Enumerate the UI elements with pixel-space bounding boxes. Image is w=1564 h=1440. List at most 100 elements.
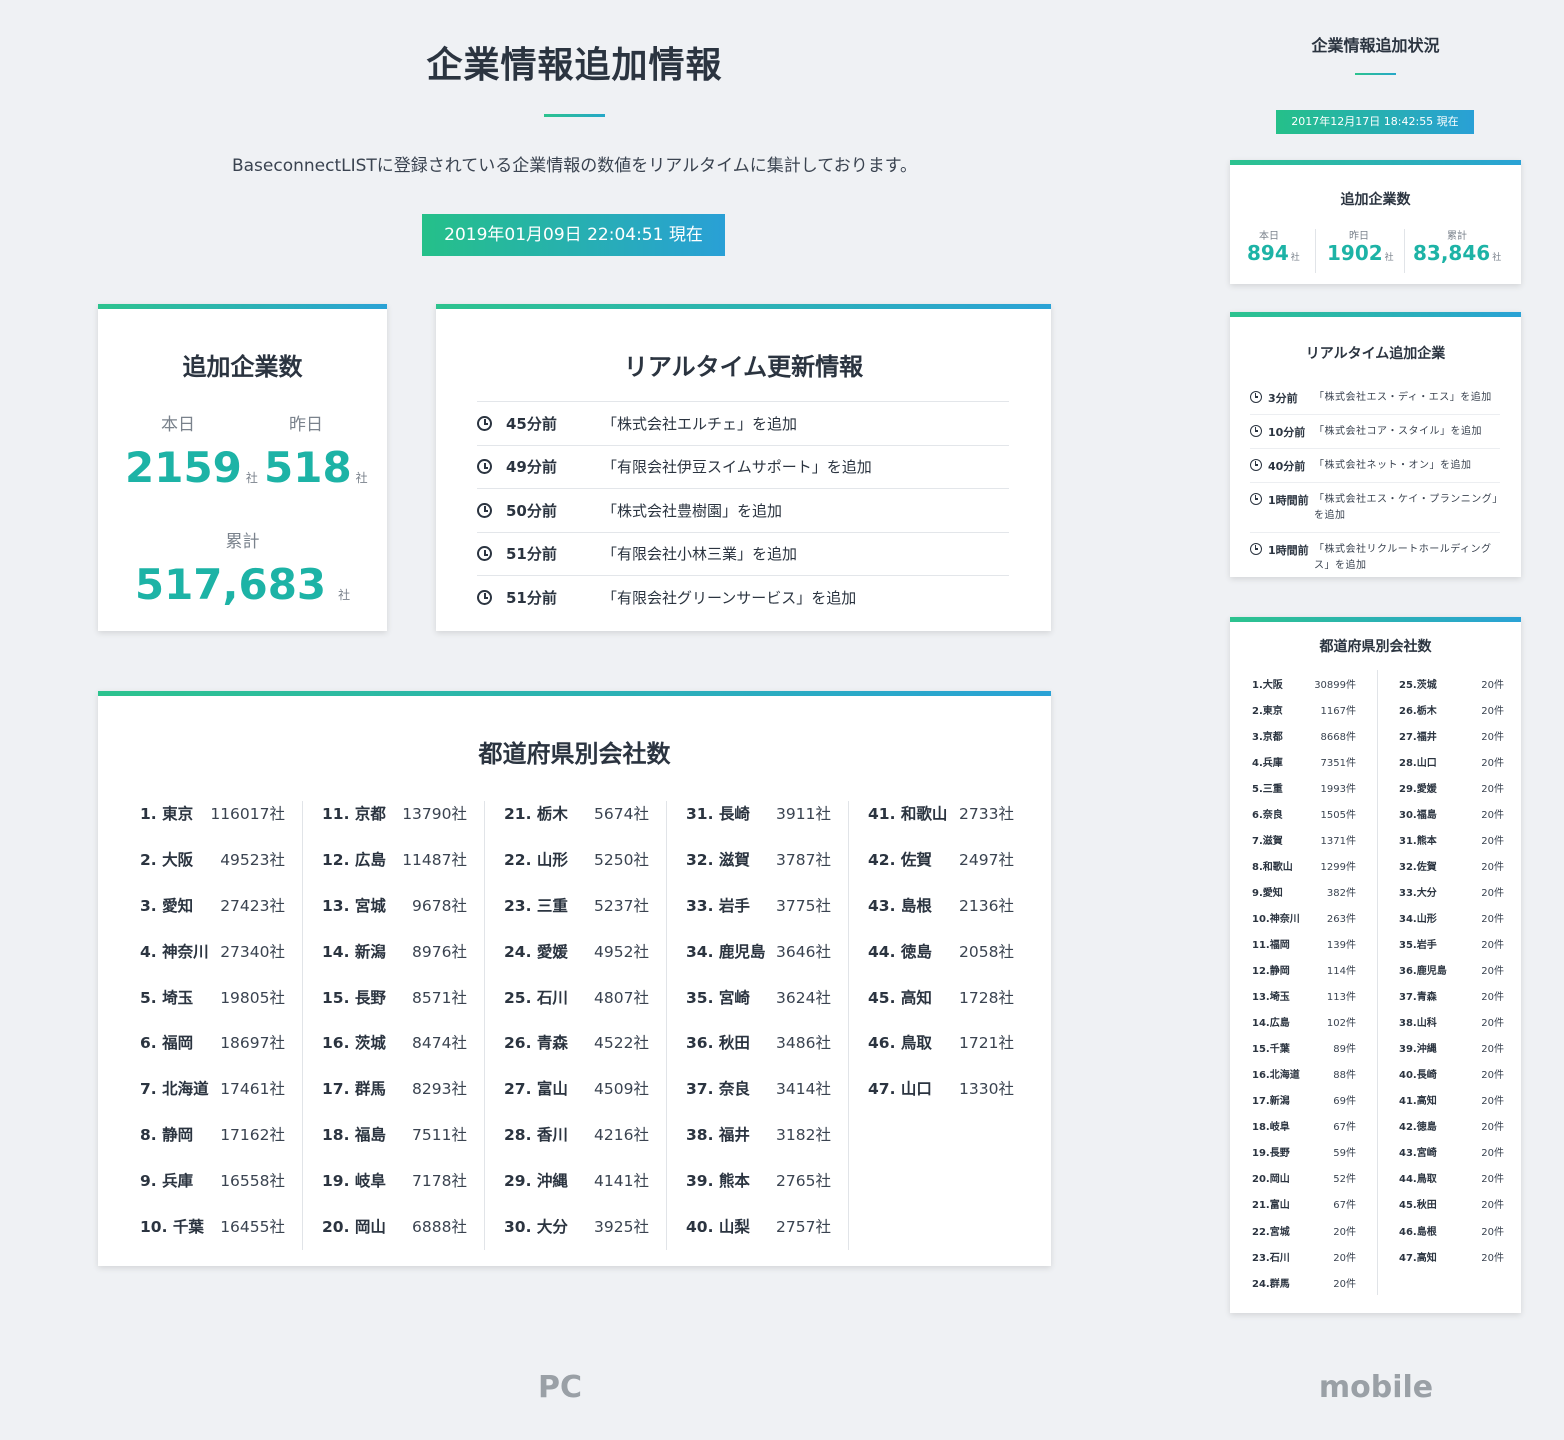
mobile-added-companies-card: 追加企業数 本日 昨日 累計 894 社 1902 社 83,846 社 bbox=[1230, 160, 1521, 284]
mobile-yesterday-label: 昨日 bbox=[1349, 231, 1369, 242]
prefecture-name: 4. 神奈川 bbox=[140, 942, 209, 961]
prefecture-count: 5250社 bbox=[594, 850, 649, 869]
table-row: 15. 長野 8571社 bbox=[322, 985, 467, 1031]
prefecture-name: 29. 沖縄 bbox=[504, 1172, 568, 1191]
clock-icon bbox=[1250, 493, 1262, 505]
prefecture-name: 35. 宮崎 bbox=[686, 988, 750, 1007]
prefecture-name: 2. 大阪 bbox=[140, 850, 194, 869]
prefecture-name: 25.茨城 bbox=[1399, 679, 1437, 691]
mobile-added-companies-title: 追加企業数 bbox=[1340, 192, 1411, 208]
pc-today-count: 2159 社 bbox=[125, 443, 258, 492]
prefecture-name: 31. 長崎 bbox=[686, 805, 750, 823]
prefecture-name: 33.大分 bbox=[1399, 887, 1437, 899]
table-row: 38. 福井 3182社 bbox=[686, 1122, 831, 1168]
table-row: 30. 大分 3925社 bbox=[504, 1214, 649, 1260]
prefecture-count: 9678社 bbox=[412, 896, 467, 915]
mobile-yesterday-unit: 社 bbox=[1384, 253, 1394, 263]
list-item: 3分前 「株式会社エス・ディ・エス」を追加 bbox=[1250, 381, 1500, 414]
prefecture-name: 6. 福岡 bbox=[140, 1034, 194, 1053]
prefecture-count: 1993件 bbox=[1320, 783, 1356, 795]
prefecture-name: 6.奈良 bbox=[1252, 809, 1283, 821]
table-row: 39.沖縄 20件 bbox=[1399, 1035, 1504, 1061]
prefecture-name: 42.徳島 bbox=[1399, 1122, 1437, 1134]
prefecture-name: 25. 石川 bbox=[504, 988, 568, 1007]
realtime-time: 1時間前 bbox=[1268, 494, 1309, 507]
prefecture-count: 1371件 bbox=[1320, 835, 1356, 847]
prefecture-name: 30. 大分 bbox=[504, 1218, 568, 1237]
table-row: 13.埼玉 113件 bbox=[1252, 983, 1356, 1009]
prefecture-count: 20件 bbox=[1333, 1252, 1356, 1264]
prefecture-name: 33. 岩手 bbox=[686, 896, 750, 915]
table-row: 45. 高知 1728社 bbox=[868, 985, 1014, 1031]
prefecture-name: 13. 宮城 bbox=[322, 896, 386, 915]
prefecture-count: 20件 bbox=[1481, 887, 1504, 899]
prefecture-name: 5. 埼玉 bbox=[140, 988, 194, 1007]
prefecture-name: 38. 福井 bbox=[686, 1126, 750, 1145]
prefecture-name: 11. 京都 bbox=[322, 805, 386, 823]
prefecture-count: 69件 bbox=[1333, 1096, 1356, 1108]
prefecture-count: 1721社 bbox=[959, 1034, 1014, 1053]
prefecture-count: 67件 bbox=[1333, 1122, 1356, 1134]
prefecture-count: 7511社 bbox=[412, 1126, 467, 1145]
prefecture-name: 27.福井 bbox=[1399, 731, 1437, 743]
prefecture-name: 31.熊本 bbox=[1399, 835, 1437, 847]
mobile-total-count: 83,846 社 bbox=[1413, 241, 1501, 265]
realtime-text: 「株式会社コア・スタイル」を追加 bbox=[1314, 426, 1482, 437]
prefecture-name: 22.宮城 bbox=[1252, 1226, 1290, 1238]
prefecture-name: 1. 東京 bbox=[140, 805, 194, 823]
table-row: 21. 栃木 5674社 bbox=[504, 801, 649, 847]
prefecture-count: 4952社 bbox=[594, 942, 649, 961]
list-item: 49分前 「有限会社伊豆スイムサポート」を追加 bbox=[477, 444, 1009, 489]
table-row: 27. 富山 4509社 bbox=[504, 1076, 649, 1122]
prefecture-name: 18. 福島 bbox=[322, 1126, 386, 1145]
table-row: 31.熊本 20件 bbox=[1399, 826, 1504, 852]
prefecture-count: 20件 bbox=[1481, 1044, 1504, 1056]
prefecture-count: 18697社 bbox=[220, 1034, 285, 1053]
clock-icon bbox=[477, 502, 492, 518]
prefecture-name: 42. 佐賀 bbox=[868, 850, 932, 869]
prefecture-count: 20件 bbox=[1481, 861, 1504, 873]
table-row: 10. 千葉 16455社 bbox=[140, 1214, 285, 1260]
prefecture-name: 41. 和歌山 bbox=[868, 805, 948, 823]
table-row: 42.徳島 20件 bbox=[1399, 1113, 1504, 1139]
realtime-time: 45分前 bbox=[506, 414, 557, 433]
prefecture-count: 102件 bbox=[1326, 1018, 1356, 1030]
table-row: 12.静岡 114件 bbox=[1252, 957, 1356, 983]
prefecture-count: 8474社 bbox=[412, 1034, 467, 1053]
table-row: 20.岡山 52件 bbox=[1252, 1165, 1356, 1191]
table-row: 36. 秋田 3486社 bbox=[686, 1030, 831, 1076]
table-row: 26.栃木 20件 bbox=[1399, 696, 1504, 722]
pc-today-value: 2159 bbox=[125, 443, 242, 492]
table-row: 2. 大阪 49523社 bbox=[140, 847, 285, 893]
prefecture-count: 20件 bbox=[1333, 1278, 1356, 1290]
prefecture-count: 3925社 bbox=[594, 1218, 649, 1237]
list-item: 45分前 「株式会社エルチェ」を追加 bbox=[477, 401, 1009, 445]
prefecture-name: 24. 愛媛 bbox=[504, 942, 568, 961]
prefecture-count: 20件 bbox=[1333, 1226, 1356, 1238]
prefecture-name: 22. 山形 bbox=[504, 850, 568, 869]
prefecture-name: 2.東京 bbox=[1252, 705, 1283, 717]
pc-realtime-card: リアルタイム更新情報 45分前 「株式会社エルチェ」を追加 49分前 「有限会社… bbox=[436, 304, 1051, 631]
prefecture-count: 88件 bbox=[1333, 1070, 1356, 1082]
table-row: 10.神奈川 263件 bbox=[1252, 904, 1356, 930]
prefecture-name: 24.群馬 bbox=[1252, 1278, 1290, 1290]
table-row: 47. 山口 1330社 bbox=[868, 1076, 1014, 1122]
prefecture-name: 32.佐賀 bbox=[1399, 861, 1437, 873]
mobile-prefecture-card: 都道府県別会社数 1.大阪 30899件 2.東京 1167件 3.京都 8668件 4.兵… bbox=[1230, 617, 1521, 1313]
prefecture-count: 2765社 bbox=[776, 1172, 831, 1191]
realtime-text: 「有限会社小林三業」を追加 bbox=[602, 545, 798, 564]
table-row: 4.兵庫 7351件 bbox=[1252, 748, 1356, 774]
table-row: 21.富山 67件 bbox=[1252, 1191, 1356, 1217]
pc-total-unit: 社 bbox=[338, 588, 351, 602]
table-row: 29. 沖縄 4141社 bbox=[504, 1168, 649, 1214]
prefecture-name: 43. 島根 bbox=[868, 896, 932, 915]
prefecture-count: 20件 bbox=[1481, 966, 1504, 978]
prefecture-count: 2136社 bbox=[959, 896, 1014, 915]
table-row: 15.千葉 89件 bbox=[1252, 1035, 1356, 1061]
mobile-prefecture-title: 都道府県別会社数 bbox=[1319, 639, 1432, 655]
table-row: 11. 京都 13790社 bbox=[322, 801, 467, 847]
table-row: 6. 福岡 18697社 bbox=[140, 1030, 285, 1076]
table-row: 28. 香川 4216社 bbox=[504, 1122, 649, 1168]
realtime-time: 10分前 bbox=[1268, 426, 1306, 439]
prefecture-count: 2497社 bbox=[959, 850, 1014, 869]
